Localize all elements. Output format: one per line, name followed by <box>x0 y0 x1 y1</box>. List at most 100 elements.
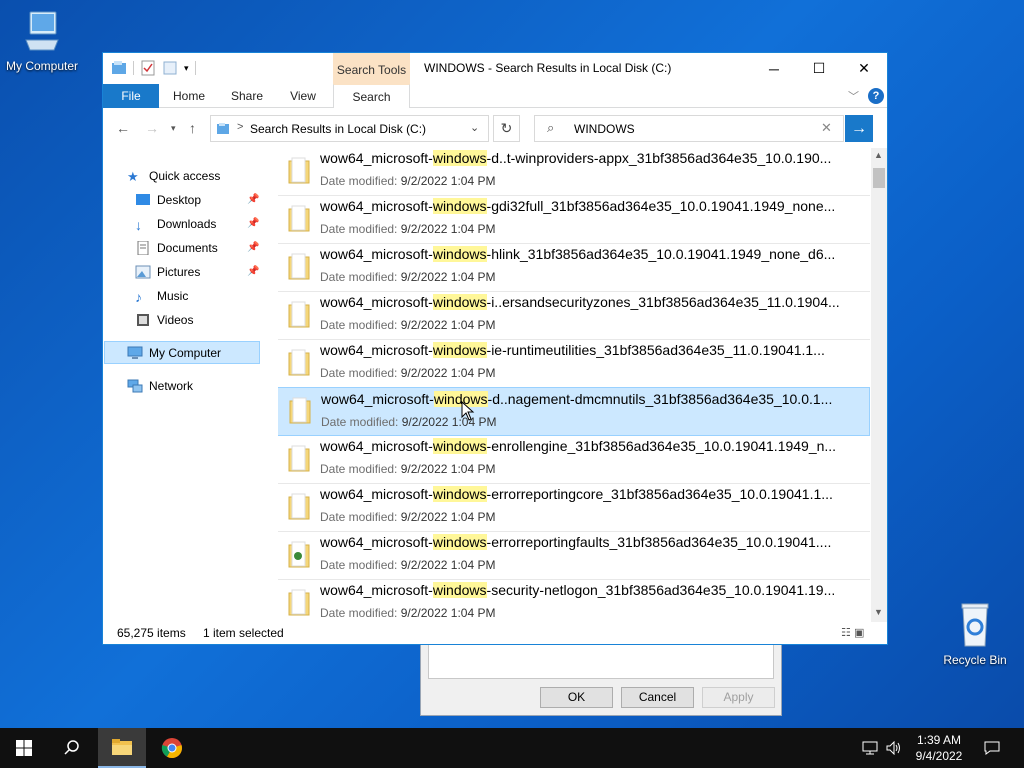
scrollbar-thumb[interactable] <box>873 168 885 188</box>
file-name: wow64_microsoft-windows-ie-runtimeutilit… <box>320 342 825 358</box>
large-icons-view-icon[interactable]: ▣ <box>854 627 864 639</box>
new-folder-icon[interactable] <box>162 60 178 76</box>
folder-icon <box>112 739 132 755</box>
tab-file[interactable]: File <box>103 84 159 108</box>
tab-share[interactable]: Share <box>220 84 274 108</box>
sidebar-item-documents[interactable]: Documents <box>135 236 257 259</box>
start-button[interactable] <box>0 728 48 768</box>
pin-icon: 📌 <box>247 266 260 277</box>
sidebar-item-label: Videos <box>157 312 194 327</box>
date-modified: Date modified: 9/2/2022 1:04 PM <box>320 270 496 284</box>
tab-search[interactable]: Search <box>333 84 410 108</box>
minimize-icon: ─ <box>769 60 779 77</box>
title-bar[interactable]: ▾ Search Tools WINDOWS - Search Results … <box>103 53 887 84</box>
file-name: wow64_microsoft-windows-d..t-winprovider… <box>320 150 832 166</box>
taskbar-search-button[interactable] <box>48 728 96 768</box>
up-arrow-icon[interactable]: ↑ <box>189 120 196 136</box>
sidebar-item-desktop[interactable]: Desktop <box>135 188 257 211</box>
sidebar-item-downloads[interactable]: ↓ Downloads <box>135 212 257 235</box>
action-center-button[interactable] <box>976 728 1008 768</box>
help-button[interactable]: ? <box>868 88 884 104</box>
expand-ribbon-icon[interactable]: ﹀ <box>848 88 859 104</box>
cancel-button[interactable]: Cancel <box>621 687 694 708</box>
breadcrumb-separator-icon: > <box>237 121 244 133</box>
result-row[interactable]: wow64_microsoft-windows-enrollengine_31b… <box>278 436 870 484</box>
mouse-cursor-icon <box>461 401 475 421</box>
scroll-down-icon[interactable]: ▼ <box>874 607 883 617</box>
date-modified: Date modified: 9/2/2022 1:04 PM <box>320 222 496 236</box>
result-row[interactable]: wow64_microsoft-windows-errorreportingco… <box>278 484 870 532</box>
desktop-icon-recycle-bin[interactable]: Recycle Bin <box>933 602 1017 667</box>
back-arrow-icon[interactable]: ← <box>116 120 130 136</box>
sidebar-item-my-computer[interactable]: My Computer <box>104 341 260 364</box>
pin-icon: 📌 <box>247 218 260 229</box>
result-row[interactable]: wow64_microsoft-windows-ie-runtimeutilit… <box>278 340 870 388</box>
pin-icon: 📌 <box>247 242 260 253</box>
ok-button[interactable]: OK <box>540 687 613 708</box>
file-explorer-window: ▾ Search Tools WINDOWS - Search Results … <box>102 52 888 645</box>
folder-icon <box>288 205 310 232</box>
details-view-icon[interactable]: ☷ <box>841 627 851 639</box>
apply-button[interactable]: Apply <box>702 687 775 708</box>
taskbar-clock[interactable]: 1:39 AM 9/4/2022 <box>906 732 972 764</box>
desktop-icon-my-computer[interactable]: My Computer <box>0 10 84 73</box>
pictures-icon <box>135 265 151 278</box>
recent-locations-chevron-icon[interactable]: ▾ <box>171 123 176 134</box>
forward-arrow-icon[interactable]: → <box>145 120 159 136</box>
clear-search-icon[interactable]: ✕ <box>821 120 832 136</box>
file-name: wow64_microsoft-windows-security-netlogo… <box>320 582 836 598</box>
scroll-up-icon[interactable]: ▲ <box>874 150 883 160</box>
address-dropdown-icon[interactable]: ⌄ <box>470 121 479 134</box>
recycle-bin-label: Recycle Bin <box>943 653 1007 667</box>
search-icon <box>64 740 79 755</box>
result-row[interactable]: wow64_microsoft-windows-d..t-winprovider… <box>278 148 870 196</box>
search-box[interactable]: ⌕ WINDOWS ✕ <box>534 115 844 142</box>
folder-icon <box>288 589 310 616</box>
sidebar-item-videos[interactable]: Videos <box>135 308 257 331</box>
sidebar-item-music[interactable]: ♪ Music <box>135 284 257 307</box>
result-row[interactable]: wow64_microsoft-windows-security-netlogo… <box>278 580 870 622</box>
sidebar-item-pictures[interactable]: Pictures <box>135 260 257 283</box>
search-input[interactable]: WINDOWS <box>574 122 635 136</box>
network-tray-icon[interactable] <box>858 728 882 768</box>
result-row[interactable]: wow64_microsoft-windows-hlink_31bf3856ad… <box>278 244 870 292</box>
close-button[interactable]: ✕ <box>841 53 887 84</box>
volume-tray-icon[interactable] <box>882 728 906 768</box>
tab-view[interactable]: View <box>277 84 329 108</box>
taskbar-file-explorer[interactable] <box>98 728 146 768</box>
tab-home[interactable]: Home <box>161 84 217 108</box>
result-row[interactable]: wow64_microsoft-windows-errorreportingfa… <box>278 532 870 580</box>
properties-icon[interactable] <box>140 60 156 76</box>
recycle-bin-icon <box>961 603 989 647</box>
search-icon: ⌕ <box>547 120 555 135</box>
address-bar[interactable]: > Search Results in Local Disk (C:) ⌄ <box>210 115 489 142</box>
sidebar-item-quick-access[interactable]: ★ Quick access <box>127 164 257 187</box>
minimize-button[interactable]: ─ <box>751 53 797 84</box>
quick-access-toolbar: ▾ <box>111 60 196 76</box>
result-row[interactable]: wow64_microsoft-windows-gdi32full_31bf38… <box>278 196 870 244</box>
sidebar-item-label: Quick access <box>149 168 221 183</box>
computer-icon <box>25 11 59 51</box>
search-go-button[interactable]: → <box>845 115 873 142</box>
folder-icon <box>288 253 310 280</box>
search-results-folder-icon <box>217 123 229 134</box>
notification-icon <box>984 741 1000 755</box>
vertical-scrollbar[interactable]: ▲ ▼ <box>871 148 887 622</box>
close-icon: ✕ <box>858 60 870 76</box>
file-name: wow64_microsoft-windows-hlink_31bf3856ad… <box>320 246 836 262</box>
maximize-button[interactable]: ☐ <box>796 53 842 84</box>
result-row-selected[interactable]: wow64_microsoft-windows-d..nagement-dmcm… <box>278 387 870 436</box>
customize-toolbar-chevron-icon[interactable]: ▾ <box>184 63 189 74</box>
sidebar-item-network[interactable]: Network <box>127 374 257 397</box>
folder-icon <box>288 493 310 520</box>
taskbar-chrome[interactable] <box>148 728 196 768</box>
refresh-icon: ↻ <box>500 120 513 136</box>
address-path: Search Results in Local Disk (C:) <box>250 122 427 136</box>
status-bar: 65,275 items 1 item selected ☷ ▣ <box>103 622 887 644</box>
clock-date: 9/4/2022 <box>915 749 963 763</box>
sidebar-item-label: Music <box>157 288 189 303</box>
result-row[interactable]: wow64_microsoft-windows-i..ersandsecurit… <box>278 292 870 340</box>
folder-icon <box>288 349 310 376</box>
refresh-button[interactable]: ↻ <box>493 115 520 142</box>
date-modified: Date modified: 9/2/2022 1:04 PM <box>320 606 496 620</box>
